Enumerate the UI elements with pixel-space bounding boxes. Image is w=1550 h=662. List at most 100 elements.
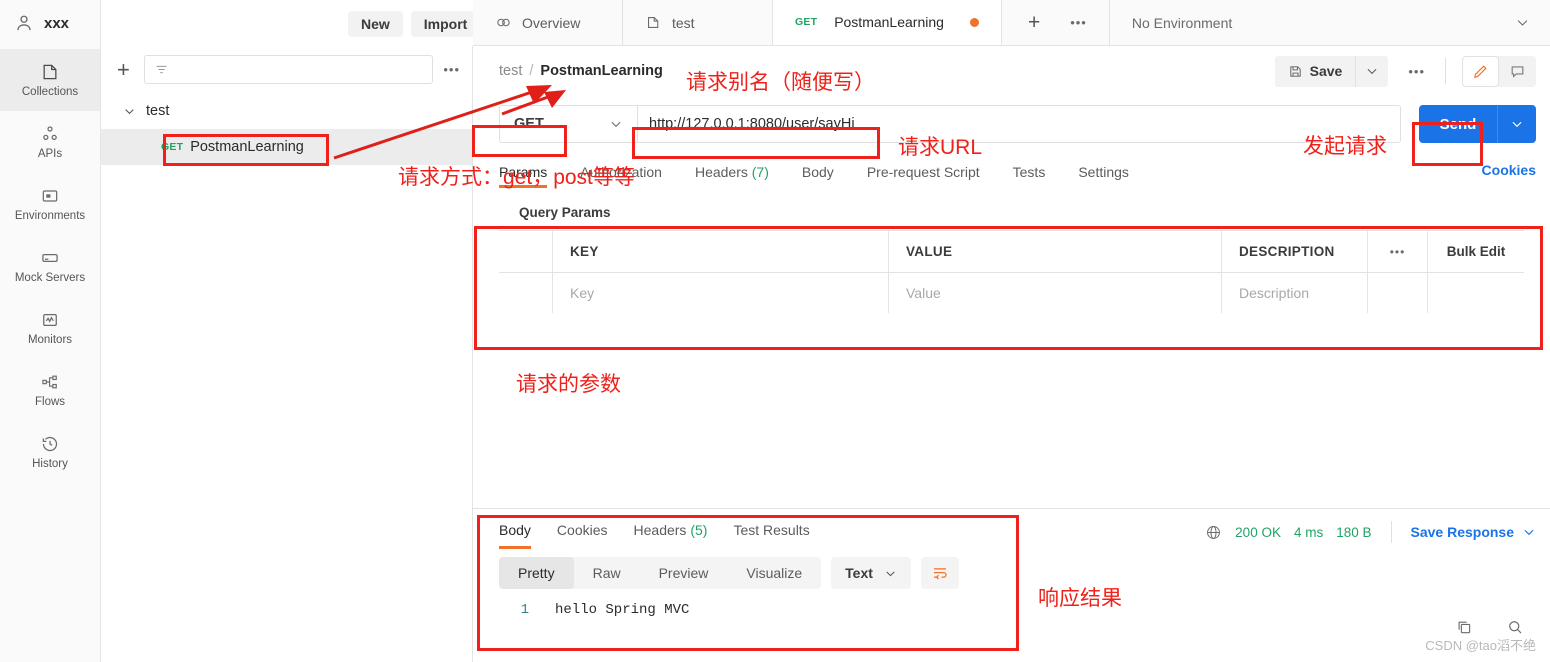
response-type-selector[interactable]: Text (831, 557, 911, 589)
tab-postmanlearning[interactable]: GET PostmanLearning (773, 0, 1002, 45)
copy-icon[interactable] (1455, 618, 1473, 636)
send-group: Send (1419, 105, 1536, 143)
response-tab-test-results[interactable]: Test Results (733, 522, 809, 543)
tab-test[interactable]: test (623, 0, 773, 45)
user-icon (17, 15, 31, 31)
request-more-button[interactable]: ••• (1408, 64, 1425, 79)
collection-row-test[interactable]: test (101, 93, 472, 129)
tab-postmanlearning-label: PostmanLearning (834, 14, 944, 30)
unsaved-dot-icon (969, 17, 979, 27)
tab-headers[interactable]: Headers (7) (695, 164, 769, 187)
word-wrap-button[interactable] (920, 557, 959, 589)
row-checkbox-cell[interactable] (499, 273, 553, 313)
response-body-text: hello Spring MVC (555, 602, 690, 618)
sidebar-item-mock-servers[interactable]: Mock Servers (0, 235, 100, 297)
sidebar-item-history[interactable]: History (0, 421, 100, 483)
method-dropdown-button[interactable] (594, 105, 637, 143)
filter-text-input[interactable] (168, 62, 424, 77)
environment-selector[interactable]: No Environment (1110, 0, 1550, 45)
wrap-text-icon (933, 568, 947, 580)
row-spacer-cell-2 (1428, 273, 1524, 313)
url-input[interactable]: http://127.0.0.1:8080/user/sayHi (637, 105, 1401, 143)
tab-more-button[interactable]: ••• (1070, 15, 1087, 30)
save-dropdown-button[interactable] (1355, 55, 1389, 87)
sidebar-label-apis: APIs (37, 147, 63, 160)
postman-window: xxx Collections APIs Environments Mock S… (0, 0, 1550, 662)
request-row-postmanlearning[interactable]: GET PostmanLearning (101, 129, 472, 165)
tab-settings[interactable]: Settings (1078, 164, 1129, 187)
response-tab-test-results-label: Test Results (733, 521, 810, 538)
url-row: GET http://127.0.0.1:8080/user/sayHi Sen… (473, 96, 1550, 152)
sidebar-toolbar: + ••• (101, 46, 472, 93)
new-button[interactable]: New (348, 11, 403, 37)
row-spacer-cell (1368, 273, 1428, 313)
sidebar-item-monitors[interactable]: Monitors (0, 297, 100, 359)
import-button[interactable]: Import (410, 11, 481, 37)
view-toggle-group (1462, 55, 1536, 87)
sidebar-item-apis[interactable]: APIs (0, 111, 100, 173)
tab-tests[interactable]: Tests (1013, 164, 1046, 187)
save-button-label: Save (1309, 63, 1343, 79)
line-number: 1 (520, 602, 529, 618)
tab-settings-label: Settings (1078, 164, 1129, 180)
response-header: Body Cookies Headers (5) Test Results 20… (473, 509, 1550, 555)
save-response-label: Save Response (1410, 524, 1515, 540)
response-tab-body-label: Body (499, 521, 531, 538)
new-collection-button[interactable]: + (113, 58, 134, 81)
sidebar-label-collections: Collections (21, 85, 79, 98)
query-params-table: KEY VALUE DESCRIPTION ••• Bulk Edit Key … (499, 230, 1524, 313)
save-button[interactable]: Save (1274, 55, 1356, 87)
send-dropdown-button[interactable] (1497, 105, 1536, 143)
format-raw-button[interactable]: Raw (574, 557, 640, 589)
tab-pre-request-script[interactable]: Pre-request Script (867, 164, 980, 187)
tab-body[interactable]: Body (802, 164, 834, 187)
request-method-badge: GET (161, 141, 184, 153)
edit-mode-button[interactable] (1462, 55, 1499, 87)
response-tab-headers[interactable]: Headers (5) (634, 522, 708, 543)
request-name: PostmanLearning (190, 139, 304, 155)
tab-headers-count: (7) (751, 164, 769, 180)
response-time: 4 ms (1293, 524, 1324, 540)
format-visualize-button[interactable]: Visualize (727, 557, 821, 589)
new-tab-button[interactable]: + (1024, 12, 1044, 33)
response-tab-cookies[interactable]: Cookies (557, 522, 608, 543)
sidebar-item-flows[interactable]: Flows (0, 359, 100, 421)
tab-authorization-label: Authorization (580, 164, 662, 180)
format-preview-button[interactable]: Preview (640, 557, 728, 589)
tab-params[interactable]: Params (499, 164, 548, 188)
key-input[interactable]: Key (553, 273, 889, 313)
response-tab-body[interactable]: Body (499, 521, 531, 549)
format-pretty-button[interactable]: Pretty (499, 557, 574, 589)
cookies-link[interactable]: Cookies (1482, 162, 1536, 178)
response-tab-cookies-label: Cookies (556, 521, 608, 538)
filter-input[interactable] (143, 55, 434, 84)
response-tab-headers-label: Headers (633, 521, 687, 538)
environments-icon (42, 190, 58, 202)
globe-icon (1207, 525, 1221, 539)
send-button[interactable]: Send (1419, 105, 1497, 143)
value-input[interactable]: Value (889, 273, 1222, 313)
bulk-edit-button[interactable]: Bulk Edit (1428, 244, 1524, 259)
floppy-icon (1289, 65, 1301, 77)
search-icon[interactable] (1506, 618, 1524, 636)
method-display[interactable]: GET (499, 105, 594, 143)
collections-sidebar: + ••• test GET PostmanLearning (101, 46, 473, 662)
comment-mode-button[interactable] (1499, 56, 1536, 87)
overview-icon (497, 18, 510, 27)
sidebar-more-button[interactable]: ••• (443, 62, 460, 77)
sidebar-item-collections[interactable]: Collections (0, 49, 100, 111)
breadcrumb-parent[interactable]: test (499, 63, 522, 79)
tab-overview[interactable]: Overview (473, 0, 623, 45)
query-params-more-button[interactable]: ••• (1368, 231, 1428, 272)
response-format-row: Pretty Raw Preview Visualize Text (499, 557, 959, 589)
user-name: xxx (44, 14, 70, 32)
sidebar-item-environments[interactable]: Environments (0, 173, 100, 235)
history-icon (42, 436, 58, 451)
format-segmented-control: Pretty Raw Preview Visualize (499, 557, 822, 589)
chevron-down-icon (1512, 121, 1522, 128)
request-tabs: Params Authorization Headers (7) Body Pr… (473, 152, 1550, 188)
table-row[interactable]: Key Value Description (499, 272, 1524, 313)
save-response-button[interactable]: Save Response (1411, 524, 1537, 540)
tab-authorization[interactable]: Authorization (580, 164, 662, 187)
description-input[interactable]: Description (1222, 273, 1368, 313)
